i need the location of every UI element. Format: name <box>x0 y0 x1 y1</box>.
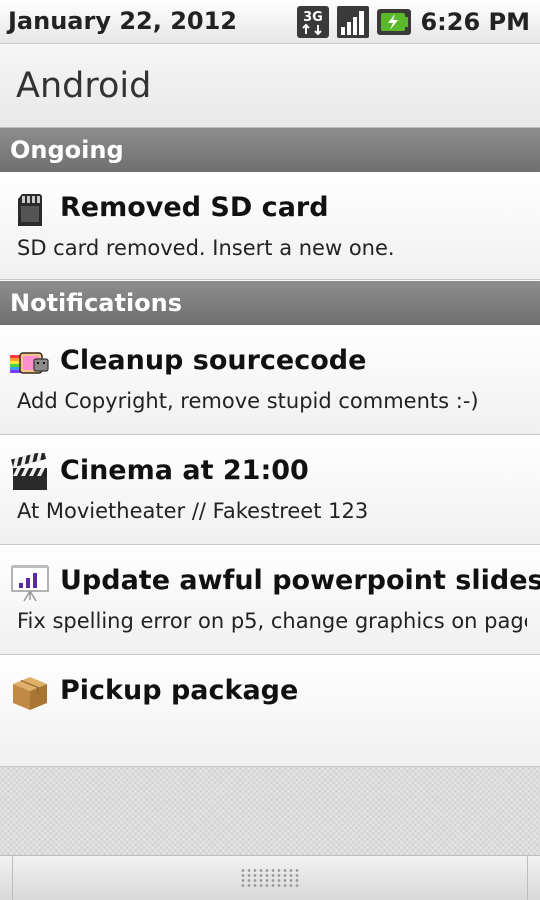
sd-card-icon <box>18 194 42 226</box>
notification-text: Fix spelling error on p5, change graphic… <box>17 609 527 633</box>
package-icon <box>13 677 47 710</box>
drag-handle-bar[interactable] <box>0 855 540 900</box>
notification-title: Pickup package <box>60 675 299 706</box>
status-bar: January 22, 2012 3G 6:26 PM <box>0 0 540 44</box>
handle-divider-left <box>12 856 13 900</box>
3g-data-icon: 3G <box>297 6 330 38</box>
notification-shade: January 22, 2012 3G 6:26 PM Android Ongo… <box>0 0 540 900</box>
notification-text: At Movietheater // Fakestreet 123 <box>17 499 369 523</box>
notification-item[interactable]: Cleanup sourcecode Add Copyright, remove… <box>0 325 540 435</box>
status-date: January 22, 2012 <box>8 7 237 35</box>
notification-item[interactable]: Pickup package <box>0 655 540 767</box>
grip-icon[interactable] <box>240 868 300 888</box>
signal-strength-icon <box>337 6 370 38</box>
section-header-ongoing: Ongoing <box>0 128 540 172</box>
nyan-cat-icon <box>10 352 49 374</box>
notification-item[interactable]: Update awful powerpoint slides Fix spell… <box>0 545 540 655</box>
notification-text: SD card removed. Insert a new one. <box>17 236 395 260</box>
carrier-header: Android <box>0 44 540 128</box>
notification-item[interactable]: Removed SD card SD card removed. Insert … <box>0 172 540 280</box>
notification-title: Removed SD card <box>60 192 329 223</box>
section-title-notifications: Notifications <box>10 289 183 317</box>
status-icons: 3G 6:26 PM <box>296 4 530 40</box>
section-header-notifications: Notifications <box>0 281 540 325</box>
network-label: 3G <box>304 10 324 25</box>
section-title-ongoing: Ongoing <box>10 136 124 164</box>
notification-item[interactable]: Cinema at 21:00 At Movietheater // Fakes… <box>0 435 540 545</box>
empty-area <box>0 767 540 855</box>
handle-divider-right <box>527 856 528 900</box>
presentation-chart-icon <box>11 565 49 602</box>
notification-title: Cinema at 21:00 <box>60 455 309 486</box>
notification-text: Add Copyright, remove stupid comments :-… <box>17 389 479 413</box>
status-time: 6:26 PM <box>420 8 530 36</box>
notification-title: Cleanup sourcecode <box>60 345 367 376</box>
carrier-label: Android <box>16 66 152 106</box>
battery-charging-icon <box>377 9 412 35</box>
clapperboard-icon <box>11 453 47 490</box>
notification-title: Update awful powerpoint slides <box>60 565 540 596</box>
